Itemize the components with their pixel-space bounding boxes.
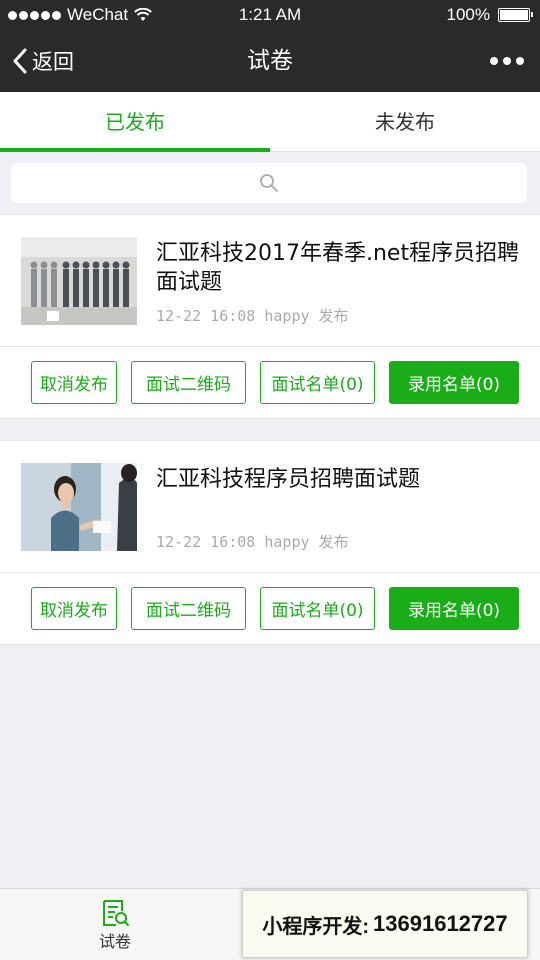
more-dot-icon [516, 57, 524, 65]
unpublish-button[interactable]: 取消发布 [31, 587, 117, 630]
more-dot-icon [490, 57, 498, 65]
exam-card-header[interactable]: 汇亚科技程序员招聘面试题 12-22 16:08 happy 发布 [0, 441, 540, 573]
exam-meta: 12-22 16:08 happy 发布 [156, 307, 349, 325]
hired-list-button[interactable]: 录用名单(0) [389, 361, 519, 404]
status-bar: WeChat 1:21 AM 100% [0, 0, 540, 30]
interview-qrcode-button[interactable]: 面试二维码 [131, 587, 246, 630]
unpublish-button[interactable]: 取消发布 [31, 361, 117, 404]
battery-percent: 100% [446, 5, 490, 24]
exam-card-header[interactable]: 汇亚科技2017年春季.net程序员招聘面试题 12-22 16:08 happ… [0, 215, 540, 347]
exam-card: 汇亚科技程序员招聘面试题 12-22 16:08 happy 发布 取消发布 面… [0, 440, 540, 645]
exam-card: 汇亚科技2017年春季.net程序员招聘面试题 12-22 16:08 happ… [0, 214, 540, 419]
more-dot-icon [503, 57, 511, 65]
more-menu-button[interactable] [490, 30, 524, 92]
interview-list-button[interactable]: 面试名单(0) [260, 361, 375, 404]
promo-phone-number: 13691612727 [373, 911, 508, 936]
interview-list-button[interactable]: 面试名单(0) [260, 587, 375, 630]
nav-bar: 返回 试卷 [0, 30, 540, 92]
exam-meta: 12-22 16:08 happy 发布 [156, 533, 349, 551]
publish-tabs: 已发布 未发布 [0, 92, 540, 152]
exam-actions: 取消发布 面试二维码 面试名单(0) 录用名单(0) [0, 573, 540, 645]
interview-qrcode-button[interactable]: 面试二维码 [131, 361, 246, 404]
hired-list-button[interactable]: 录用名单(0) [389, 587, 519, 630]
promo-label: 小程序开发: [262, 915, 370, 938]
tabbar-label: 试卷 [98, 932, 131, 951]
tabbar-item-exams[interactable]: 试卷 [80, 889, 150, 960]
search-input[interactable] [11, 163, 527, 203]
battery-icon [498, 8, 533, 22]
status-right: 100% [446, 5, 533, 25]
tab-published[interactable]: 已发布 [0, 92, 270, 152]
exam-title: 汇亚科技程序员招聘面试题 [156, 467, 421, 492]
job-candidates-image [21, 237, 137, 325]
promo-banner: 小程序开发: 13691612727 [242, 890, 528, 958]
exam-title: 汇亚科技2017年春季.net程序员招聘面试题 [156, 241, 520, 295]
search-icon [260, 174, 278, 192]
handshake-interview-image [21, 463, 137, 551]
document-search-icon [103, 900, 129, 926]
search-bar [0, 152, 540, 214]
page-title: 试卷 [247, 48, 293, 74]
tab-unpublished[interactable]: 未发布 [270, 92, 540, 151]
exam-actions: 取消发布 面试二维码 面试名单(0) 录用名单(0) [0, 347, 540, 419]
